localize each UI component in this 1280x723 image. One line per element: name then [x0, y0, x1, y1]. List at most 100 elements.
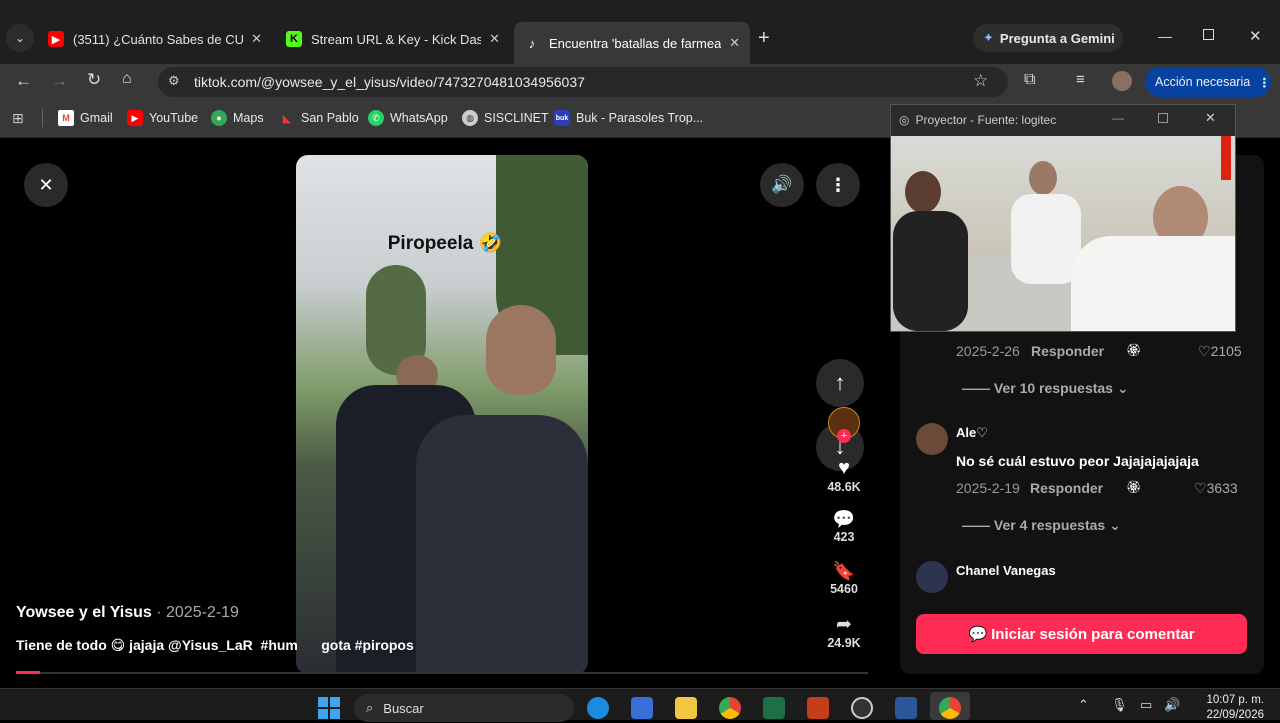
avatar[interactable]: [916, 561, 948, 593]
view-replies-link[interactable]: —— Ver 10 respuestas ⌄: [962, 380, 1129, 397]
author-name[interactable]: Yowsee y el Yisus: [16, 604, 152, 621]
projector-titlebar[interactable]: ◎ Proyector - Fuente: logitec: [891, 105, 1235, 135]
share-icon: ➦: [836, 614, 852, 635]
forward-icon[interactable]: →: [51, 71, 68, 91]
bookmark-maps[interactable]: ● Maps: [211, 108, 264, 128]
powerpoint-icon[interactable]: [807, 697, 829, 719]
excel-icon[interactable]: [763, 697, 785, 719]
close-icon[interactable]: ✕: [729, 35, 740, 51]
avatar[interactable]: [916, 423, 948, 455]
bookmark-label: Gmail: [80, 111, 113, 125]
comment-author[interactable]: Ale♡: [956, 425, 988, 441]
close-video-icon[interactable]: ✕: [24, 163, 68, 207]
video-player[interactable]: Piropeela 🤣: [296, 155, 588, 674]
view-replies-link[interactable]: —— Ver 4 respuestas ⌄: [962, 517, 1121, 534]
bookmark-whatsapp[interactable]: ✆ WhatsApp: [368, 108, 448, 128]
site-info-icon[interactable]: ⚙: [168, 73, 180, 89]
microphone-icon[interactable]: 🎙: [1111, 697, 1128, 713]
network-icon[interactable]: ▭: [1140, 697, 1152, 713]
reload-icon[interactable]: ↻: [87, 70, 101, 90]
heart-icon: ♥: [838, 457, 850, 479]
back-icon[interactable]: ←: [15, 71, 32, 91]
action-needed-button[interactable]: Acción necesaria ⋮: [1145, 67, 1271, 97]
tab-tiktok[interactable]: ♪ Encuentra 'batallas de farmear ✕: [514, 22, 750, 64]
video-overlay-text: Piropeela 🤣: [387, 233, 503, 254]
youtube-icon: ▶: [48, 31, 64, 47]
progress-fill: [16, 671, 40, 674]
tab-title: (3511) ¿Cuánto Sabes de CULTU: [73, 31, 244, 47]
comment-text: No sé cuál estuvo peor Jajajajajajaja: [956, 453, 1199, 469]
bookmark-youtube[interactable]: ▶ YouTube: [127, 108, 198, 128]
address-bar[interactable]: ⚙ tiktok.com/@yowsee_y_el_yisus/video/74…: [158, 67, 1008, 97]
restore-icon[interactable]: [1203, 29, 1214, 40]
globe-icon: ◍: [462, 110, 478, 126]
bookmark-label: San Pablo: [301, 111, 359, 125]
person-head: [1029, 161, 1057, 195]
person-body: [416, 415, 588, 674]
home-icon[interactable]: ⌂: [122, 70, 132, 88]
gemini-icon: ✦: [983, 30, 994, 45]
save-action[interactable]: 🔖 5460: [819, 561, 869, 596]
close-icon[interactable]: ✕: [251, 31, 262, 47]
follow-plus-icon[interactable]: +: [837, 429, 851, 443]
taskbar-search[interactable]: ⌕ Buscar: [354, 694, 574, 722]
reply-link[interactable]: Responder: [1030, 480, 1103, 496]
comment-author[interactable]: Chanel Vanegas: [956, 563, 1056, 578]
bookmark-sisclinet[interactable]: ◍ SISCLINET: [462, 108, 549, 128]
like-action[interactable]: ♥ 48.6K: [819, 457, 869, 494]
edge-icon[interactable]: [587, 697, 609, 719]
file-explorer-icon[interactable]: [675, 697, 697, 719]
new-tab-icon[interactable]: +: [758, 27, 770, 50]
heart-outline-icon: ♡: [1198, 343, 1211, 359]
chrome-icon[interactable]: [719, 697, 741, 719]
extensions-icon[interactable]: ⧉: [1024, 71, 1035, 89]
word-icon[interactable]: [895, 697, 917, 719]
comment-like[interactable]: ♡3633: [1194, 480, 1238, 497]
bookmark-label: SISCLINET: [484, 111, 549, 125]
minimize-icon[interactable]: —: [1158, 28, 1172, 44]
projector-feed: [891, 136, 1235, 331]
reply-link[interactable]: Responder: [1031, 343, 1104, 359]
post-date: · 2025-2-19: [156, 604, 239, 621]
close-icon[interactable]: ✕: [489, 31, 500, 47]
tab-search-icon[interactable]: ⌄: [6, 24, 34, 52]
bookmark-san-pablo[interactable]: ◣ San Pablo: [279, 108, 359, 128]
comment-icon: 💬: [832, 509, 856, 529]
apps-grid-icon[interactable]: ⊞: [12, 110, 24, 127]
tab-kick[interactable]: K Stream URL & Key - Kick Dashb ✕: [276, 22, 510, 56]
projector-window[interactable]: ◎ Proyector - Fuente: logitec — ✕: [890, 104, 1236, 332]
url-text: tiktok.com/@yowsee_y_el_yisus/video/7473…: [194, 74, 585, 90]
comment-like[interactable]: ♡2105: [1198, 343, 1242, 360]
gemini-button[interactable]: ✦ Pregunta a Gemini: [973, 24, 1123, 52]
clock[interactable]: 10:07 p. m. 22/09/2026: [1190, 693, 1264, 723]
comment-date: 2025-2-26: [956, 343, 1020, 359]
close-icon[interactable]: ✕: [1205, 110, 1216, 126]
store-icon[interactable]: [631, 697, 653, 719]
bookmark-buk[interactable]: buk Buk - Parasoles Trop...: [554, 108, 703, 128]
san-pablo-icon: ◣: [282, 112, 292, 125]
bookmark-star-icon[interactable]: ☆: [973, 71, 988, 91]
progress-track[interactable]: [16, 672, 868, 674]
bookmark-label: Buk - Parasoles Trop...: [576, 111, 704, 125]
volume-icon[interactable]: 🔊: [760, 163, 804, 207]
obs-icon[interactable]: [851, 697, 873, 719]
media-icon[interactable]: ≡: [1076, 71, 1085, 88]
tray-chevron-icon[interactable]: ⌃: [1078, 697, 1089, 713]
comment-action[interactable]: 💬 423: [819, 509, 869, 544]
save-count: 5460: [830, 582, 858, 596]
login-to-comment-button[interactable]: 💬 Iniciar sesión para comentar: [916, 614, 1247, 654]
chrome-icon[interactable]: [939, 697, 961, 719]
minimize-icon[interactable]: —: [1112, 111, 1124, 125]
more-options-icon[interactable]: ⋮: [816, 163, 860, 207]
bookmark-gmail[interactable]: M Gmail: [58, 108, 113, 128]
windows-start-icon[interactable]: [318, 697, 340, 719]
share-action[interactable]: ➦ 24.9K: [819, 613, 869, 650]
previous-video-icon[interactable]: ↑: [816, 359, 864, 407]
youtube-icon: ▶: [127, 110, 143, 126]
tab-youtube[interactable]: ▶ (3511) ¿Cuánto Sabes de CULTU ✕: [38, 22, 272, 56]
taskbar-search-label: Buscar: [383, 700, 424, 716]
volume-icon[interactable]: 🔊: [1164, 697, 1180, 713]
maximize-icon[interactable]: [1158, 113, 1168, 123]
avatar[interactable]: [1112, 71, 1132, 91]
window-close-icon[interactable]: ✕: [1249, 27, 1262, 45]
